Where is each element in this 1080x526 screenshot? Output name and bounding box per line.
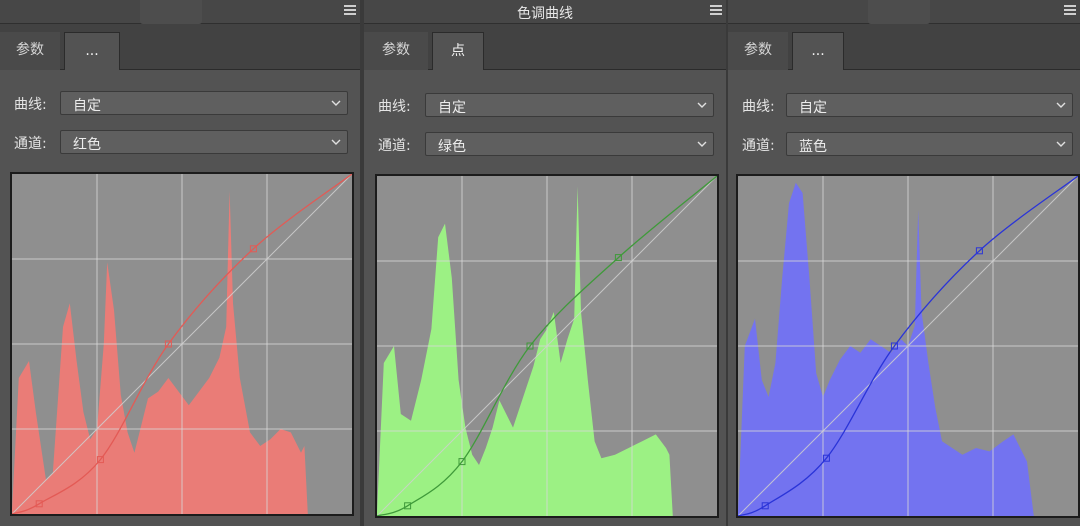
curve-preset-value: 自定 — [438, 100, 466, 116]
curve-label: 曲线: — [14, 97, 47, 113]
curve-preset-dropdown[interactable]: 自定 — [60, 91, 348, 115]
tab-bar: 参数 ... — [728, 24, 1080, 70]
curve-label: 曲线: — [378, 99, 411, 115]
curves-panel-green: 色调曲线 参数 点 曲线: 自定 通道: 绿色 — [364, 0, 726, 526]
curve-preset-dropdown[interactable]: 自定 — [425, 93, 714, 117]
curves-chart[interactable] — [738, 176, 1078, 516]
chevron-down-icon — [697, 102, 707, 108]
channel-dropdown[interactable]: 蓝色 — [786, 132, 1073, 156]
channel-dropdown[interactable]: 绿色 — [425, 132, 714, 156]
channel-row: 通道: 绿色 — [364, 132, 726, 156]
panel-menu-icon[interactable] — [1064, 5, 1076, 17]
chevron-down-icon — [331, 100, 341, 106]
tab-point[interactable]: ... — [792, 32, 844, 70]
curve-preset-dropdown[interactable]: 自定 — [786, 93, 1073, 117]
channel-value: 蓝色 — [799, 139, 827, 155]
channel-value: 红色 — [73, 137, 101, 153]
channel-label: 通道: — [14, 136, 47, 152]
channel-label: 通道: — [378, 138, 411, 154]
title-tab-shadow — [140, 0, 202, 24]
curve-label: 曲线: — [742, 99, 775, 115]
panel-menu-icon[interactable] — [710, 5, 722, 17]
curve-graph[interactable] — [375, 174, 719, 518]
tab-point[interactable]: 点 — [432, 32, 484, 70]
curves-panel-blue: 参数 ... 曲线: 自定 通道: 蓝色 — [728, 0, 1080, 526]
curve-row: 曲线: 自定 — [728, 93, 1080, 117]
panel-titlebar: 色调曲线 — [364, 0, 726, 24]
curves-panel-red: 参数 ... 曲线: 自定 通道: 红色 — [0, 0, 360, 526]
curves-chart[interactable] — [377, 176, 717, 516]
tab-params[interactable]: 参数 — [728, 32, 788, 70]
curve-preset-value: 自定 — [799, 100, 827, 116]
channel-value: 绿色 — [438, 139, 466, 155]
chevron-down-icon — [697, 141, 707, 147]
panel-titlebar — [0, 0, 360, 24]
curve-row: 曲线: 自定 — [0, 91, 360, 115]
panel-menu-icon[interactable] — [344, 5, 356, 17]
tab-params[interactable]: 参数 — [364, 32, 428, 70]
curve-preset-value: 自定 — [73, 98, 101, 114]
chevron-down-icon — [1056, 102, 1066, 108]
chevron-down-icon — [331, 139, 341, 145]
channel-label: 通道: — [742, 138, 775, 154]
curve-graph[interactable] — [10, 172, 354, 516]
tab-bar: 参数 点 — [364, 24, 726, 70]
curve-row: 曲线: 自定 — [364, 93, 726, 117]
channel-row: 通道: 红色 — [0, 130, 360, 154]
curve-graph[interactable] — [736, 174, 1080, 518]
channel-row: 通道: 蓝色 — [728, 132, 1080, 156]
channel-dropdown[interactable]: 红色 — [60, 130, 348, 154]
title-tab-shadow — [868, 0, 930, 24]
panel-title: 色调曲线 — [517, 6, 573, 22]
curves-chart[interactable] — [12, 174, 352, 514]
chevron-down-icon — [1056, 141, 1066, 147]
panel-titlebar — [728, 0, 1080, 24]
tab-params[interactable]: 参数 — [0, 32, 60, 70]
tab-bar: 参数 ... — [0, 24, 360, 70]
tab-point[interactable]: ... — [64, 32, 120, 70]
